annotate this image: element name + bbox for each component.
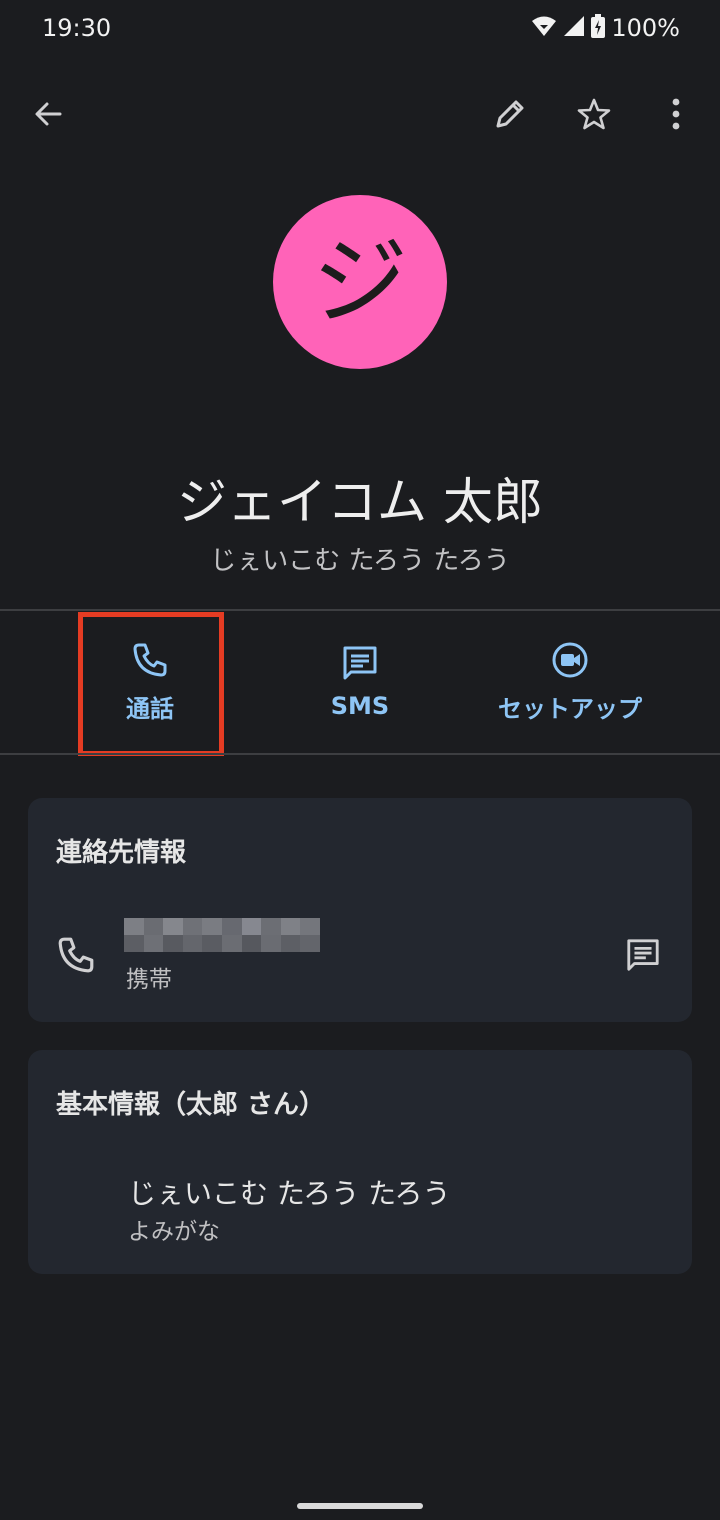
status-indicators: 100% (531, 14, 680, 42)
phone-row-icon (56, 935, 96, 979)
divider (0, 753, 720, 755)
sms-button[interactable]: SMS (290, 612, 430, 752)
battery-percent: 100% (611, 14, 680, 42)
basic-info-title: 基本情報（太郎 さん） (56, 1090, 326, 1120)
message-icon (627, 939, 659, 971)
sms-label: SMS (330, 692, 390, 720)
wifi-icon (531, 15, 557, 41)
phone-type-label: 携帯 (126, 967, 172, 993)
status-bar: 19:30 100% (0, 0, 720, 60)
setup-label: セットアップ (498, 694, 642, 723)
phone-icon (58, 937, 94, 973)
gesture-nav-pill[interactable] (297, 1503, 423, 1509)
reading-value: じぇいこむ たろう たろう (128, 1177, 451, 1210)
signal-icon (563, 15, 585, 41)
phone-number-redacted[interactable] (124, 918, 320, 952)
edit-button[interactable] (482, 86, 538, 142)
avatar-letter: ジ (312, 226, 408, 338)
pencil-icon (496, 100, 524, 128)
more-vert-icon (672, 98, 680, 130)
contact-info-title: 連絡先情報 (56, 838, 187, 868)
reading-label: よみがな (128, 1219, 220, 1245)
battery-icon (591, 14, 606, 42)
status-time: 19:30 (42, 14, 112, 42)
call-highlight-box (78, 612, 224, 756)
contact-name: ジェイコム 太郎 (177, 473, 543, 531)
favorite-button[interactable] (566, 86, 622, 142)
divider (0, 609, 720, 611)
star-outline-icon (577, 98, 611, 130)
message-icon (343, 646, 377, 680)
send-sms-button[interactable] (614, 926, 672, 984)
arrow-left-icon (35, 102, 62, 126)
more-options-button[interactable] (648, 86, 704, 142)
avatar: ジ (273, 195, 447, 369)
back-button[interactable] (20, 86, 76, 142)
video-call-icon (552, 642, 588, 677)
contact-phonetic-name: じぇいこむ たろう たろう (210, 546, 510, 576)
video-setup-button[interactable]: セットアップ (470, 612, 670, 752)
